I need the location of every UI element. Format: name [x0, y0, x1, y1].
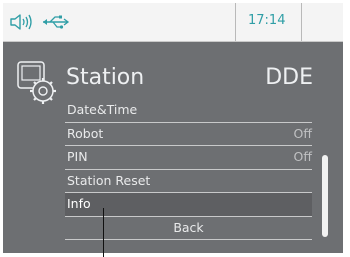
- statusbar-divider: [235, 3, 236, 41]
- page-title: Station: [66, 65, 145, 90]
- menu-item-label: Robot: [67, 125, 104, 141]
- device-screen: 17:14 Station DDE Date&Time Robot Off PI…: [3, 3, 343, 253]
- clock: 17:14: [248, 13, 286, 28]
- menu-item-value: Off: [293, 149, 312, 164]
- page-subtitle: DDE: [265, 65, 313, 90]
- menu-item-station-reset[interactable]: Station Reset: [65, 170, 312, 193]
- menu-item-pin[interactable]: PIN Off: [65, 146, 312, 170]
- speaker-icon: [10, 14, 32, 30]
- scrollbar[interactable]: [322, 155, 328, 237]
- menu-item-label: PIN: [67, 149, 88, 164]
- usb-icon: [43, 15, 70, 29]
- statusbar-divider: [301, 3, 302, 41]
- pointer-line: [103, 208, 104, 257]
- menu-item-label: Station Reset: [67, 172, 151, 188]
- menu-item-date-time[interactable]: Date&Time: [65, 99, 312, 123]
- station-settings-icon: [17, 61, 56, 104]
- status-bar: 17:14: [3, 3, 343, 42]
- menu-item-label: Info: [67, 196, 91, 211]
- menu-item-value: Off: [293, 125, 312, 141]
- menu-item-robot[interactable]: Robot Off: [65, 123, 312, 146]
- menu-item-label: Date&Time: [67, 102, 138, 117]
